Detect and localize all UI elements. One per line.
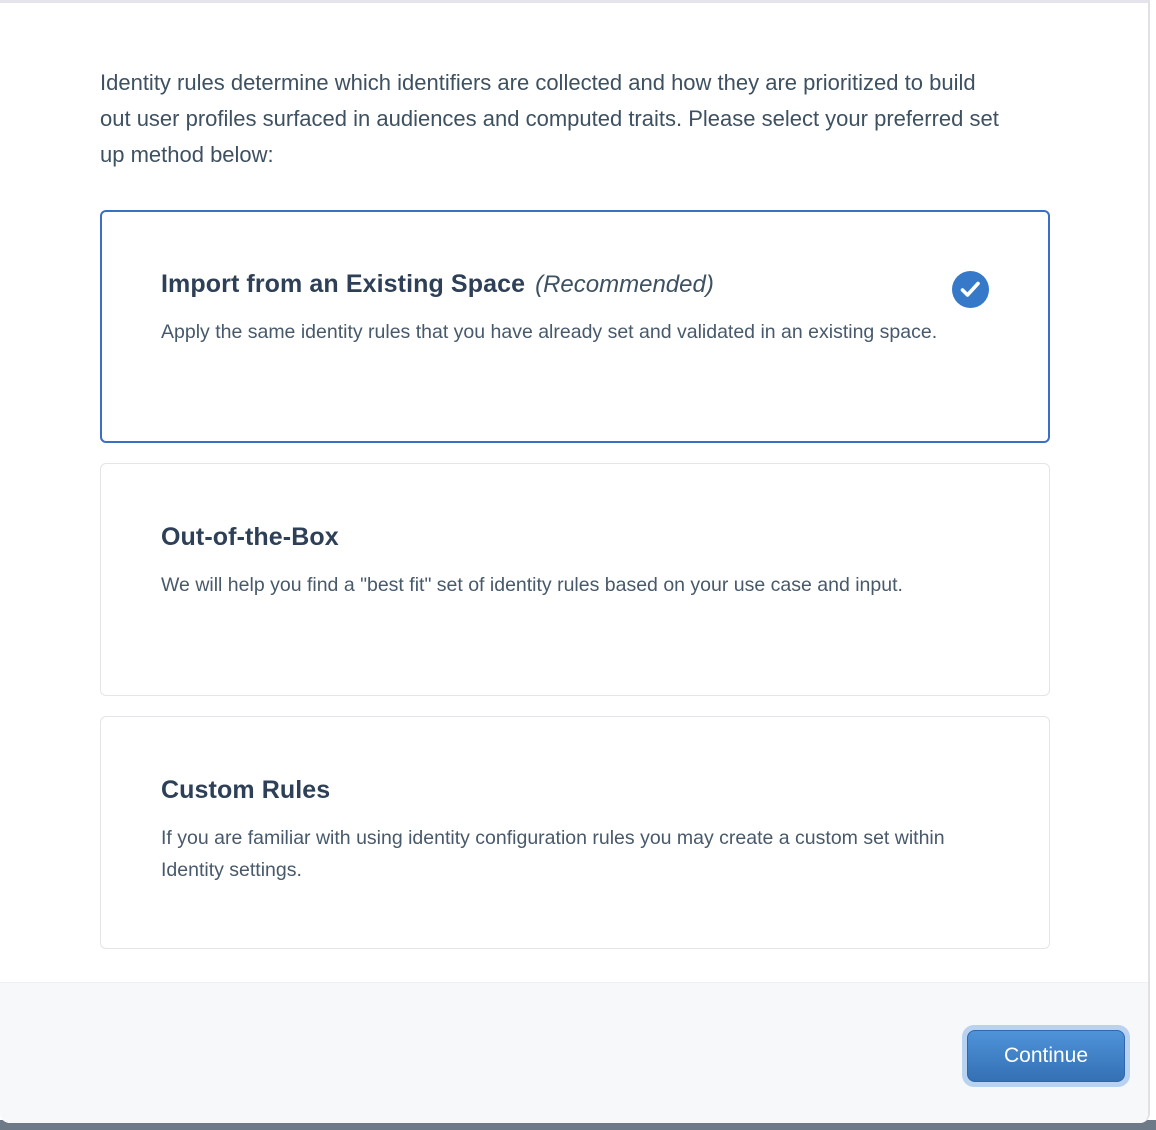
check-icon [952,271,989,308]
card-description: If you are familiar with using identity … [161,822,993,886]
card-title: Out-of-the-Box [161,523,339,552]
continue-button[interactable]: Continue [967,1030,1125,1082]
intro-text: Identity rules determine which identifie… [100,65,1005,173]
dialog-footer: Continue [0,982,1148,1123]
continue-button-focus-ring: Continue [962,1025,1130,1087]
card-title-row: Custom Rules [161,776,989,805]
identity-rules-setup-dialog: Identity rules determine which identifie… [0,0,1150,1123]
option-card-out-of-the-box[interactable]: Out-of-the-Box We will help you find a "… [100,463,1050,696]
card-title-row: Out-of-the-Box [161,523,989,552]
card-title: Custom Rules [161,776,330,805]
card-description: Apply the same identity rules that you h… [161,316,993,348]
recommended-badge: (Recommended) [535,271,714,299]
option-card-custom-rules[interactable]: Custom Rules If you are familiar with us… [100,716,1050,949]
card-description: We will help you find a "best fit" set o… [161,569,993,601]
option-card-import-existing-space[interactable]: Import from an Existing Space (Recommend… [100,210,1050,443]
card-title: Import from an Existing Space [161,270,525,299]
dialog-body: Identity rules determine which identifie… [0,3,1148,982]
card-title-row: Import from an Existing Space (Recommend… [161,270,989,299]
